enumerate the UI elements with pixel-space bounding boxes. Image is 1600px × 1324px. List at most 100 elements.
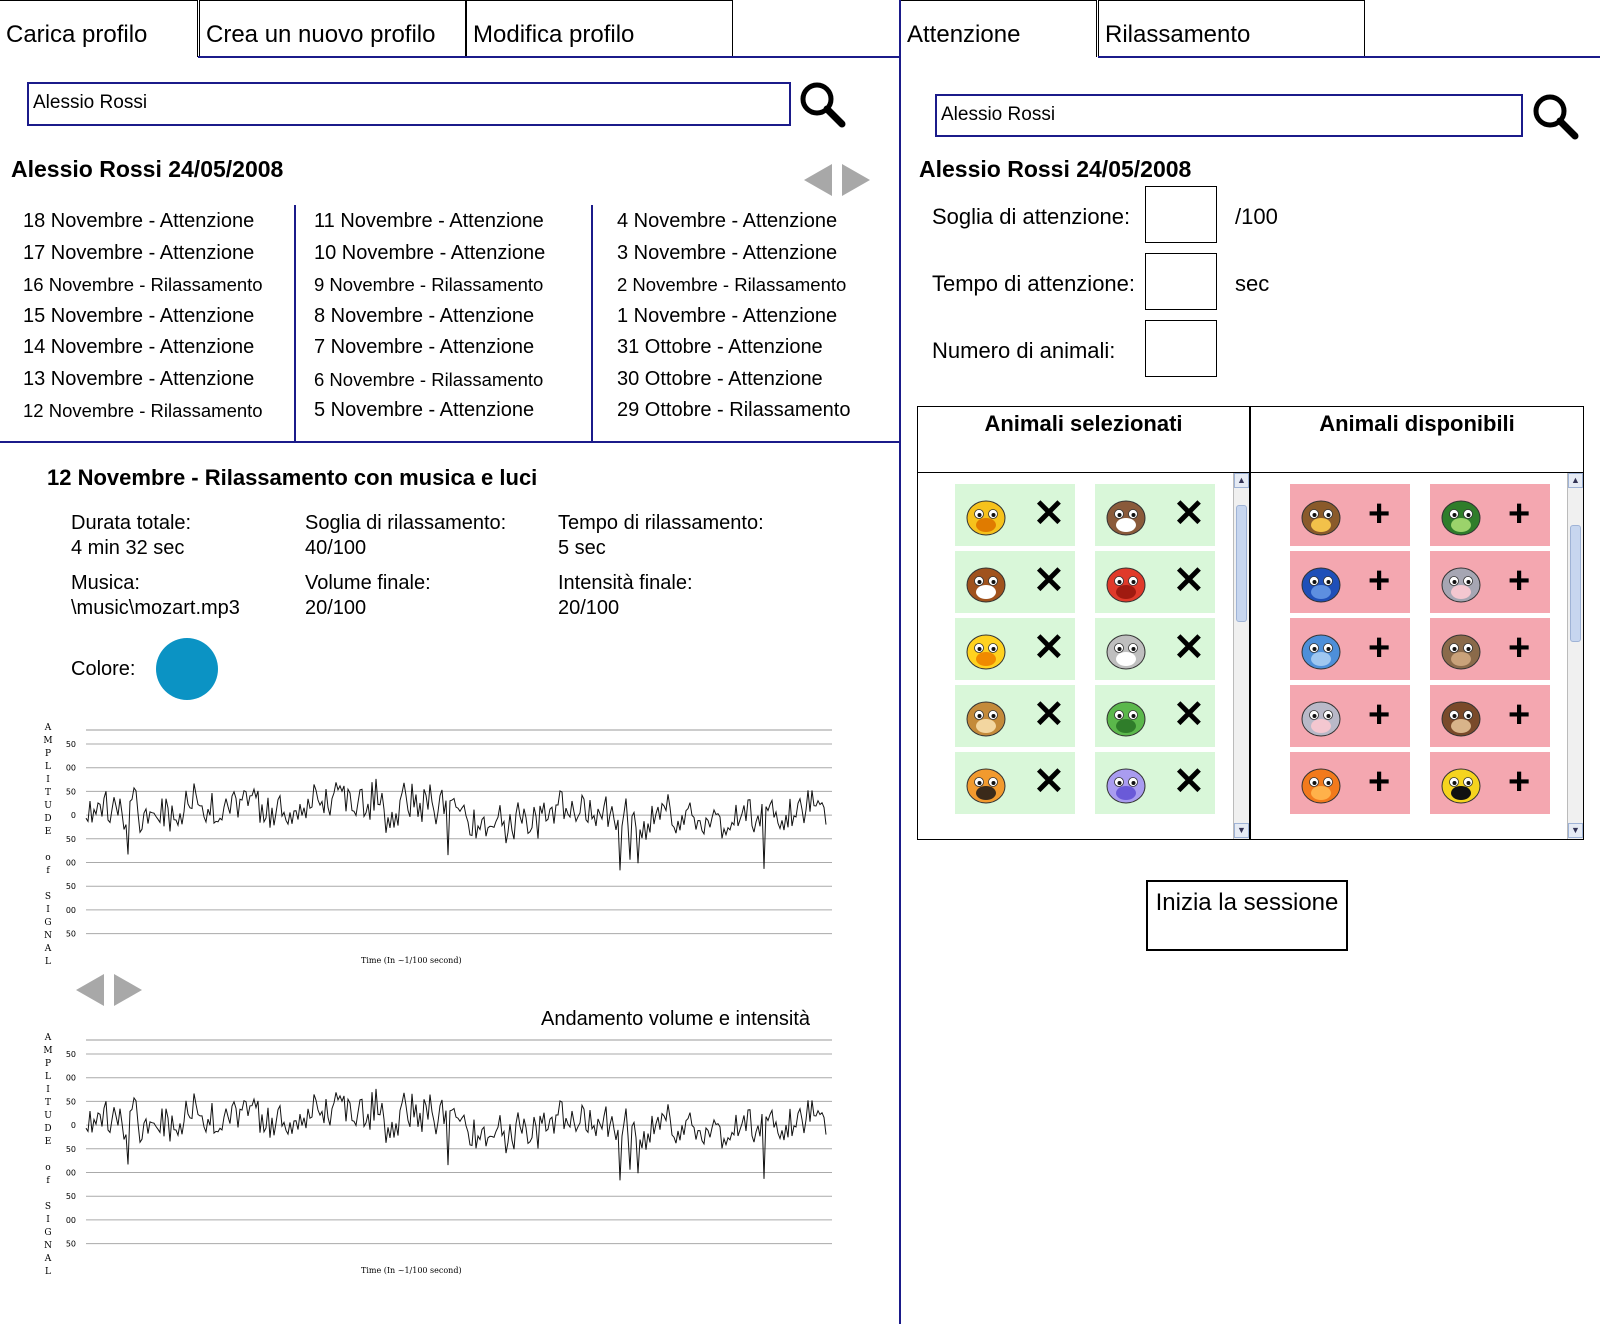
- y-tick-label: 50: [66, 882, 76, 891]
- scroll-down-icon[interactable]: ▼: [1568, 823, 1583, 838]
- session-item[interactable]: 9 Novembre - Rilassamento: [314, 269, 545, 301]
- tab-modifica-profilo[interactable]: Modifica profilo: [466, 0, 733, 57]
- add-animal-icon[interactable]: +: [1508, 624, 1530, 672]
- remove-animal-icon[interactable]: ✕: [1033, 490, 1065, 538]
- search-input[interactable]: Alessio Rossi: [935, 94, 1523, 137]
- start-session-button[interactable]: Inizia la sessione: [1146, 880, 1348, 951]
- y-tick-label: 50: [66, 1145, 76, 1154]
- remove-animal-icon[interactable]: ✕: [1173, 758, 1205, 806]
- session-item[interactable]: 7 Novembre - Attenzione: [314, 332, 545, 364]
- chart2-title: Andamento volume e intensità: [541, 1008, 811, 1030]
- chart-next-arrow-icon[interactable]: [114, 974, 142, 1006]
- scroll-thumb[interactable]: [1236, 505, 1247, 622]
- selected-scrollbar[interactable]: ▲ ▼: [1233, 473, 1249, 839]
- session-item[interactable]: 10 Novembre - Attenzione: [314, 238, 545, 270]
- y-tick-label: 50: [66, 787, 76, 796]
- y-tick-label: 00: [66, 1169, 76, 1178]
- soglia-attenzione-input[interactable]: [1145, 186, 1217, 243]
- session-item[interactable]: 16 Novembre - Rilassamento: [23, 269, 263, 301]
- color-swatch: [156, 638, 218, 700]
- session-item[interactable]: 13 Novembre - Attenzione: [23, 364, 263, 396]
- scroll-up-icon[interactable]: ▲: [1568, 473, 1583, 488]
- session-item[interactable]: 17 Novembre - Attenzione: [23, 238, 263, 270]
- session-item[interactable]: 4 Novembre - Attenzione: [617, 206, 850, 238]
- soglia-unit: /100: [1235, 204, 1278, 229]
- chart1-xlabel: Time (In ~1/100 second): [361, 956, 462, 965]
- add-animal-icon[interactable]: +: [1368, 624, 1390, 672]
- remove-animal-icon[interactable]: ✕: [1033, 557, 1065, 605]
- add-animal-icon[interactable]: +: [1368, 557, 1390, 605]
- animal-cell-whale: +: [1290, 618, 1410, 680]
- crab-icon: [1101, 557, 1151, 607]
- butterfly-icon: [1101, 758, 1151, 808]
- tab-crea-profilo[interactable]: Crea un nuovo profilo: [199, 0, 466, 57]
- chart2-ylabel: AMPLITUDE of SIGNAL: [43, 1033, 53, 1277]
- tab-carica-profilo[interactable]: Carica profilo: [0, 0, 198, 57]
- search-icon[interactable]: [1531, 92, 1579, 140]
- remove-animal-icon[interactable]: ✕: [1173, 490, 1205, 538]
- rabbit-icon: [1296, 691, 1346, 741]
- remove-animal-icon[interactable]: ✕: [1173, 691, 1205, 739]
- scroll-down-icon[interactable]: ▼: [1234, 823, 1249, 838]
- colore-label: Colore:: [71, 658, 136, 680]
- session-item[interactable]: 12 Novembre - Rilassamento: [23, 395, 263, 427]
- remove-animal-icon[interactable]: ✕: [1033, 758, 1065, 806]
- scroll-up-icon[interactable]: ▲: [1234, 473, 1249, 488]
- tempo-attenzione-input[interactable]: [1145, 253, 1217, 310]
- session-item[interactable]: 31 Ottobre - Attenzione: [617, 332, 850, 364]
- profile-title: Alessio Rossi 24/05/2008: [919, 156, 1192, 182]
- tab-attenzione[interactable]: Attenzione: [901, 0, 1097, 57]
- available-scrollbar[interactable]: ▲ ▼: [1567, 473, 1583, 839]
- lion-icon: [1296, 490, 1346, 540]
- session-item[interactable]: 11 Novembre - Attenzione: [314, 206, 545, 238]
- detail-title: 12 Novembre - Rilassamento con musica e …: [47, 465, 538, 490]
- session-item[interactable]: 6 Novembre - Rilassamento: [314, 364, 545, 396]
- remove-animal-icon[interactable]: ✕: [1033, 691, 1065, 739]
- tempo-value: 5 sec: [558, 537, 606, 559]
- y-tick-label: 50: [66, 1097, 76, 1106]
- session-item[interactable]: 15 Novembre - Attenzione: [23, 301, 263, 333]
- tab-rilassamento[interactable]: Rilassamento: [1098, 0, 1365, 57]
- session-item[interactable]: 18 Novembre - Attenzione: [23, 206, 263, 238]
- remove-animal-icon[interactable]: ✕: [1173, 624, 1205, 672]
- fish-icon: [1296, 758, 1346, 808]
- session-item[interactable]: 2 Novembre - Rilassamento: [617, 269, 850, 301]
- search-input[interactable]: Alessio Rossi: [27, 82, 791, 126]
- numero-animali-input[interactable]: [1145, 320, 1217, 377]
- y-tick-label: 0: [71, 1121, 76, 1130]
- chick-icon: [961, 624, 1011, 674]
- add-animal-icon[interactable]: +: [1368, 490, 1390, 538]
- add-animal-icon[interactable]: +: [1368, 691, 1390, 739]
- hippo-icon: [1436, 624, 1486, 674]
- session-item[interactable]: 14 Novembre - Attenzione: [23, 332, 263, 364]
- add-animal-icon[interactable]: +: [1508, 691, 1530, 739]
- session-item[interactable]: 3 Novembre - Attenzione: [617, 238, 850, 270]
- tab-label: Carica profilo: [6, 21, 148, 48]
- session-item[interactable]: 1 Novembre - Attenzione: [617, 301, 850, 333]
- remove-animal-icon[interactable]: ✕: [1033, 624, 1065, 672]
- dog-icon: [961, 557, 1011, 607]
- search-icon[interactable]: [798, 80, 846, 128]
- tempo-label: Tempo di rilassamento:: [558, 512, 764, 534]
- session-item[interactable]: 5 Novembre - Attenzione: [314, 395, 545, 427]
- session-column-2: 11 Novembre - Attenzione 10 Novembre - A…: [314, 206, 545, 427]
- animal-cell-rabbit: +: [1290, 685, 1410, 747]
- chart-prev-arrow-icon[interactable]: [76, 974, 104, 1006]
- add-animal-icon[interactable]: +: [1368, 758, 1390, 806]
- remove-animal-icon[interactable]: ✕: [1173, 557, 1205, 605]
- scroll-thumb[interactable]: [1570, 525, 1581, 642]
- add-animal-icon[interactable]: +: [1508, 758, 1530, 806]
- add-animal-icon[interactable]: +: [1508, 557, 1530, 605]
- session-item[interactable]: 8 Novembre - Attenzione: [314, 301, 545, 333]
- prev-arrow-icon[interactable]: [804, 164, 832, 196]
- tempo-unit: sec: [1235, 271, 1270, 296]
- session-item[interactable]: 30 Ottobre - Attenzione: [617, 364, 850, 396]
- session-item[interactable]: 29 Ottobre - Rilassamento: [617, 395, 850, 427]
- musica-value: \music\mozart.mp3: [71, 597, 240, 619]
- next-arrow-icon[interactable]: [842, 164, 870, 196]
- add-animal-icon[interactable]: +: [1508, 490, 1530, 538]
- intensita-label: Intensità finale:: [558, 572, 693, 594]
- animal-cell-dolphin: +: [1290, 551, 1410, 613]
- tempo-attenzione-label: Tempo di attenzione:: [932, 271, 1136, 296]
- durata-label: Durata totale:: [71, 512, 192, 534]
